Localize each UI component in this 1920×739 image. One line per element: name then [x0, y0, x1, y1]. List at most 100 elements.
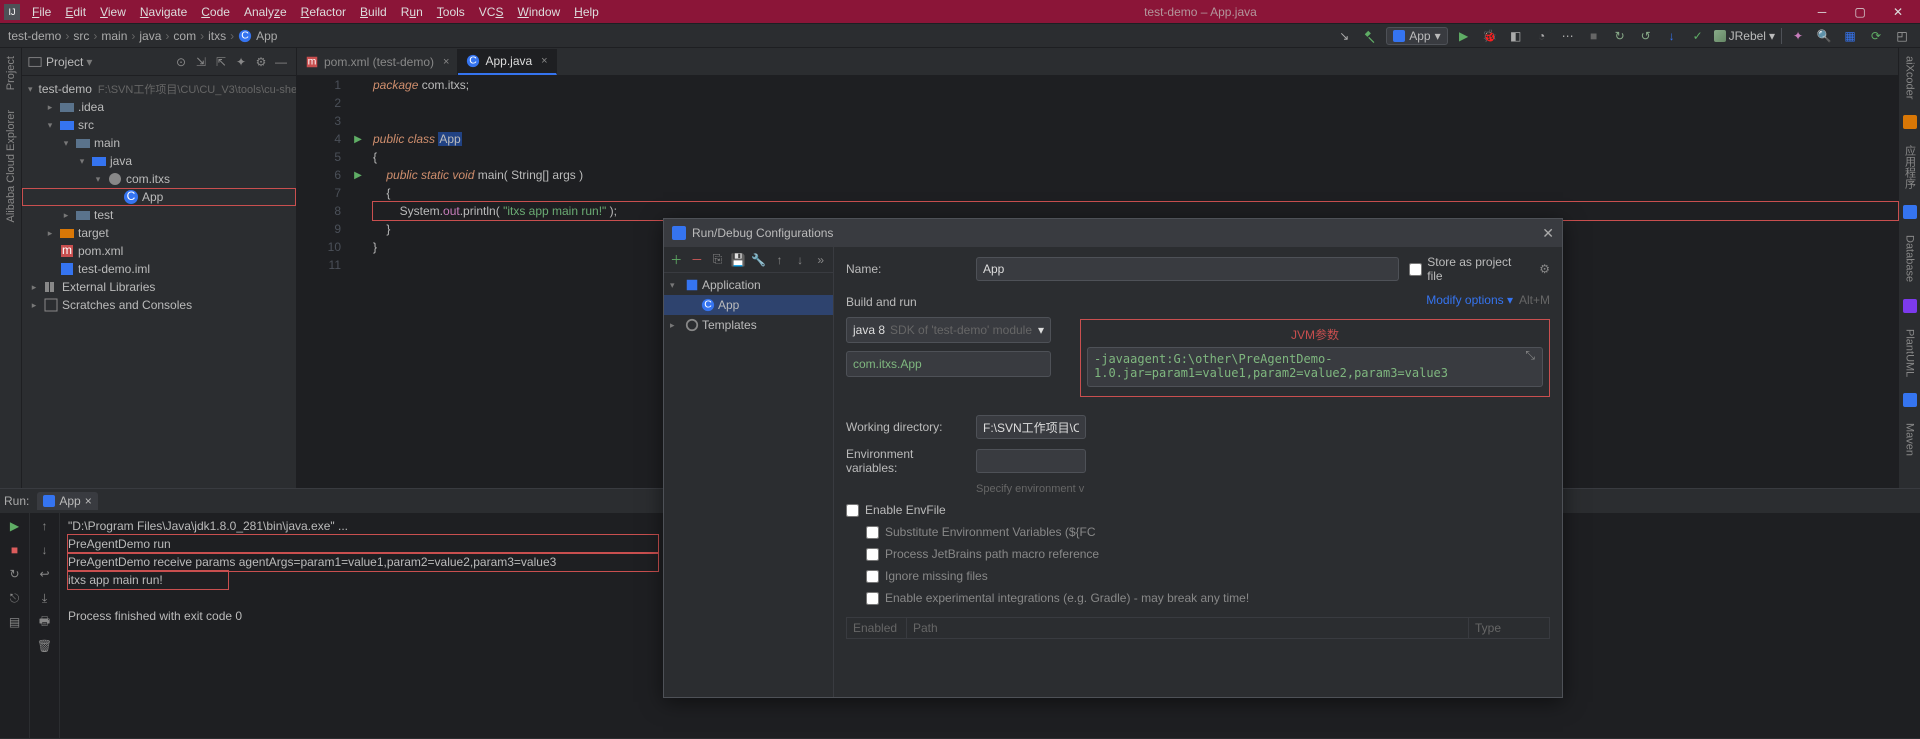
menu-help[interactable]: Help	[568, 3, 605, 21]
minimize-button[interactable]: ─	[1804, 1, 1840, 23]
project-tool-button[interactable]: Project	[5, 52, 17, 94]
collapse-all-icon[interactable]: ⇱	[212, 53, 230, 71]
breadcrumb-item[interactable]: java	[139, 29, 161, 43]
tree-item-src[interactable]: ▾src	[22, 116, 296, 134]
close-button[interactable]: ✕	[1880, 1, 1916, 23]
breadcrumb-item[interactable]: App	[256, 29, 277, 43]
jrebel-dropdown[interactable]: JRebel ▾	[1714, 29, 1775, 43]
config-tree-item[interactable]: CApp	[664, 295, 833, 315]
save-icon[interactable]: 💾	[730, 251, 747, 269]
config-tree-item[interactable]: ▸Templates	[664, 315, 833, 335]
plantuml-icon[interactable]	[1903, 299, 1917, 313]
down-icon[interactable]: ↓	[36, 541, 54, 559]
menu-navigate[interactable]: Navigate	[134, 3, 193, 21]
project-tree[interactable]: ▾test-demoF:\SVN工作项目\CU\CU_V3\tools\cu-s…	[22, 76, 296, 488]
menu-tools[interactable]: Tools	[431, 3, 471, 21]
menu-view[interactable]: View	[94, 3, 132, 21]
run-gutter[interactable]: ▶▶	[349, 76, 367, 488]
settings-icon[interactable]: ◰	[1892, 26, 1912, 46]
close-icon[interactable]: ×	[85, 494, 92, 508]
modify-options-link[interactable]: Modify options ▾	[1426, 293, 1513, 307]
breadcrumb-item[interactable]: test-demo	[8, 29, 61, 43]
vm-args-input[interactable]	[1087, 347, 1543, 387]
menu-build[interactable]: Build	[354, 3, 393, 21]
hide-icon[interactable]: —	[272, 53, 290, 71]
expand-all-icon[interactable]: ⇲	[192, 53, 210, 71]
menu-vcs[interactable]: VCS	[473, 3, 510, 21]
ignore-missing-checkbox[interactable]: Ignore missing files	[866, 569, 1550, 583]
breadcrumb-item[interactable]: com	[173, 29, 196, 43]
run-config-selector[interactable]: App ▾	[1386, 27, 1447, 45]
settings-icon[interactable]: ✦	[232, 53, 250, 71]
tree-item-test-demo[interactable]: ▾test-demoF:\SVN工作项目\CU\CU_V3\tools\cu-s…	[22, 80, 296, 98]
jb-path-checkbox[interactable]: Process JetBrains path macro reference	[866, 547, 1550, 561]
plantuml-button[interactable]: PlantUML	[1904, 325, 1916, 381]
breadcrumb[interactable]: test-demo› src› main› java› com› itxs› C…	[8, 29, 277, 43]
hammer-icon[interactable]	[1360, 26, 1380, 46]
exit-icon[interactable]: ⎋	[6, 589, 24, 607]
grid-icon[interactable]: ▦	[1840, 26, 1860, 46]
run-tab[interactable]: App ×	[37, 492, 97, 510]
copy-icon[interactable]: ⎘	[709, 251, 726, 269]
tree-item-pom-xml[interactable]: mpom.xml	[22, 242, 296, 260]
menu-refactor[interactable]: Refactor	[295, 3, 352, 21]
stop-icon[interactable]: ■	[6, 541, 24, 559]
breadcrumb-item[interactable]: itxs	[208, 29, 226, 43]
maximize-button[interactable]: ▢	[1842, 1, 1878, 23]
gear-icon[interactable]: ⚙	[252, 53, 270, 71]
menu-run[interactable]: Run	[395, 3, 429, 21]
main-class-field[interactable]: com.itxs.App	[846, 351, 1051, 377]
line-gutter[interactable]: 1234567891011	[297, 76, 349, 488]
profile-icon[interactable]: ◔	[1532, 26, 1552, 46]
close-icon[interactable]: ×	[443, 56, 449, 68]
scroll-end-icon[interactable]: ⤓	[36, 589, 54, 607]
menu-code[interactable]: Code	[195, 3, 236, 21]
close-icon[interactable]: ✕	[1542, 225, 1554, 242]
vcs-commit-icon[interactable]: ✓	[1688, 26, 1708, 46]
tree-item--idea[interactable]: ▸.idea	[22, 98, 296, 116]
menu-analyze[interactable]: Analyze	[238, 3, 293, 21]
breadcrumb-item[interactable]: src	[73, 29, 89, 43]
store-project-checkbox[interactable]: Store as project file	[1409, 255, 1529, 283]
target-icon[interactable]: ⊙	[172, 53, 190, 71]
more-run-icon[interactable]: ⋯	[1558, 26, 1578, 46]
database-button[interactable]: Database	[1904, 231, 1916, 286]
debug-icon[interactable]: 🐞	[1480, 26, 1500, 46]
down-icon[interactable]: ↓	[792, 251, 809, 269]
up-icon[interactable]: ↑	[771, 251, 788, 269]
maven-icon[interactable]	[1903, 393, 1917, 407]
up-icon[interactable]: ↑	[36, 517, 54, 535]
sub-env-checkbox[interactable]: Substitute Environment Variables (${FC	[866, 525, 1550, 539]
vcs-update-icon[interactable]: ↓	[1662, 26, 1682, 46]
coverage-icon[interactable]: ◧	[1506, 26, 1526, 46]
back-icon[interactable]: ↘	[1334, 26, 1354, 46]
rerun-icon[interactable]: ▶	[6, 517, 24, 535]
clear-icon[interactable]: 🗑	[36, 637, 54, 655]
name-input[interactable]	[976, 257, 1399, 281]
dialog-title-bar[interactable]: Run/Debug Configurations ✕	[664, 219, 1562, 247]
app-button[interactable]: 应用程序	[1902, 141, 1918, 193]
tree-item-scratches-and-consoles[interactable]: ▸Scratches and Consoles	[22, 296, 296, 314]
stop-icon[interactable]: ■	[1584, 26, 1604, 46]
menu-file[interactable]: File	[26, 3, 57, 21]
tree-item-app[interactable]: CApp	[22, 188, 296, 206]
tree-item-java[interactable]: ▾java	[22, 152, 296, 170]
enable-envfile-checkbox[interactable]: Enable EnvFile	[846, 503, 1550, 517]
ai-icon[interactable]: ✦	[1788, 26, 1808, 46]
gear-icon[interactable]: ⚙	[1539, 262, 1550, 276]
breadcrumb-item[interactable]: main	[101, 29, 127, 43]
jrebel-debug-icon[interactable]: ↺	[1636, 26, 1656, 46]
app-icon[interactable]	[1903, 115, 1917, 129]
editor-tab[interactable]: mpom.xml (test-demo)×	[297, 49, 458, 75]
aixcoder-button[interactable]: aiXcoder	[1904, 52, 1916, 103]
tree-item-main[interactable]: ▾main	[22, 134, 296, 152]
soft-wrap-icon[interactable]: ↩	[36, 565, 54, 583]
restart-icon[interactable]: ↻	[6, 565, 24, 583]
working-dir-input[interactable]	[976, 415, 1086, 439]
tree-item-com-itxs[interactable]: ▾com.itxs	[22, 170, 296, 188]
search-icon[interactable]: 🔍	[1814, 26, 1834, 46]
run-icon[interactable]: ▶	[1454, 26, 1474, 46]
tree-item-test-demo-iml[interactable]: test-demo.iml	[22, 260, 296, 278]
menu-edit[interactable]: Edit	[59, 3, 92, 21]
expand-icon[interactable]: »	[812, 251, 829, 269]
